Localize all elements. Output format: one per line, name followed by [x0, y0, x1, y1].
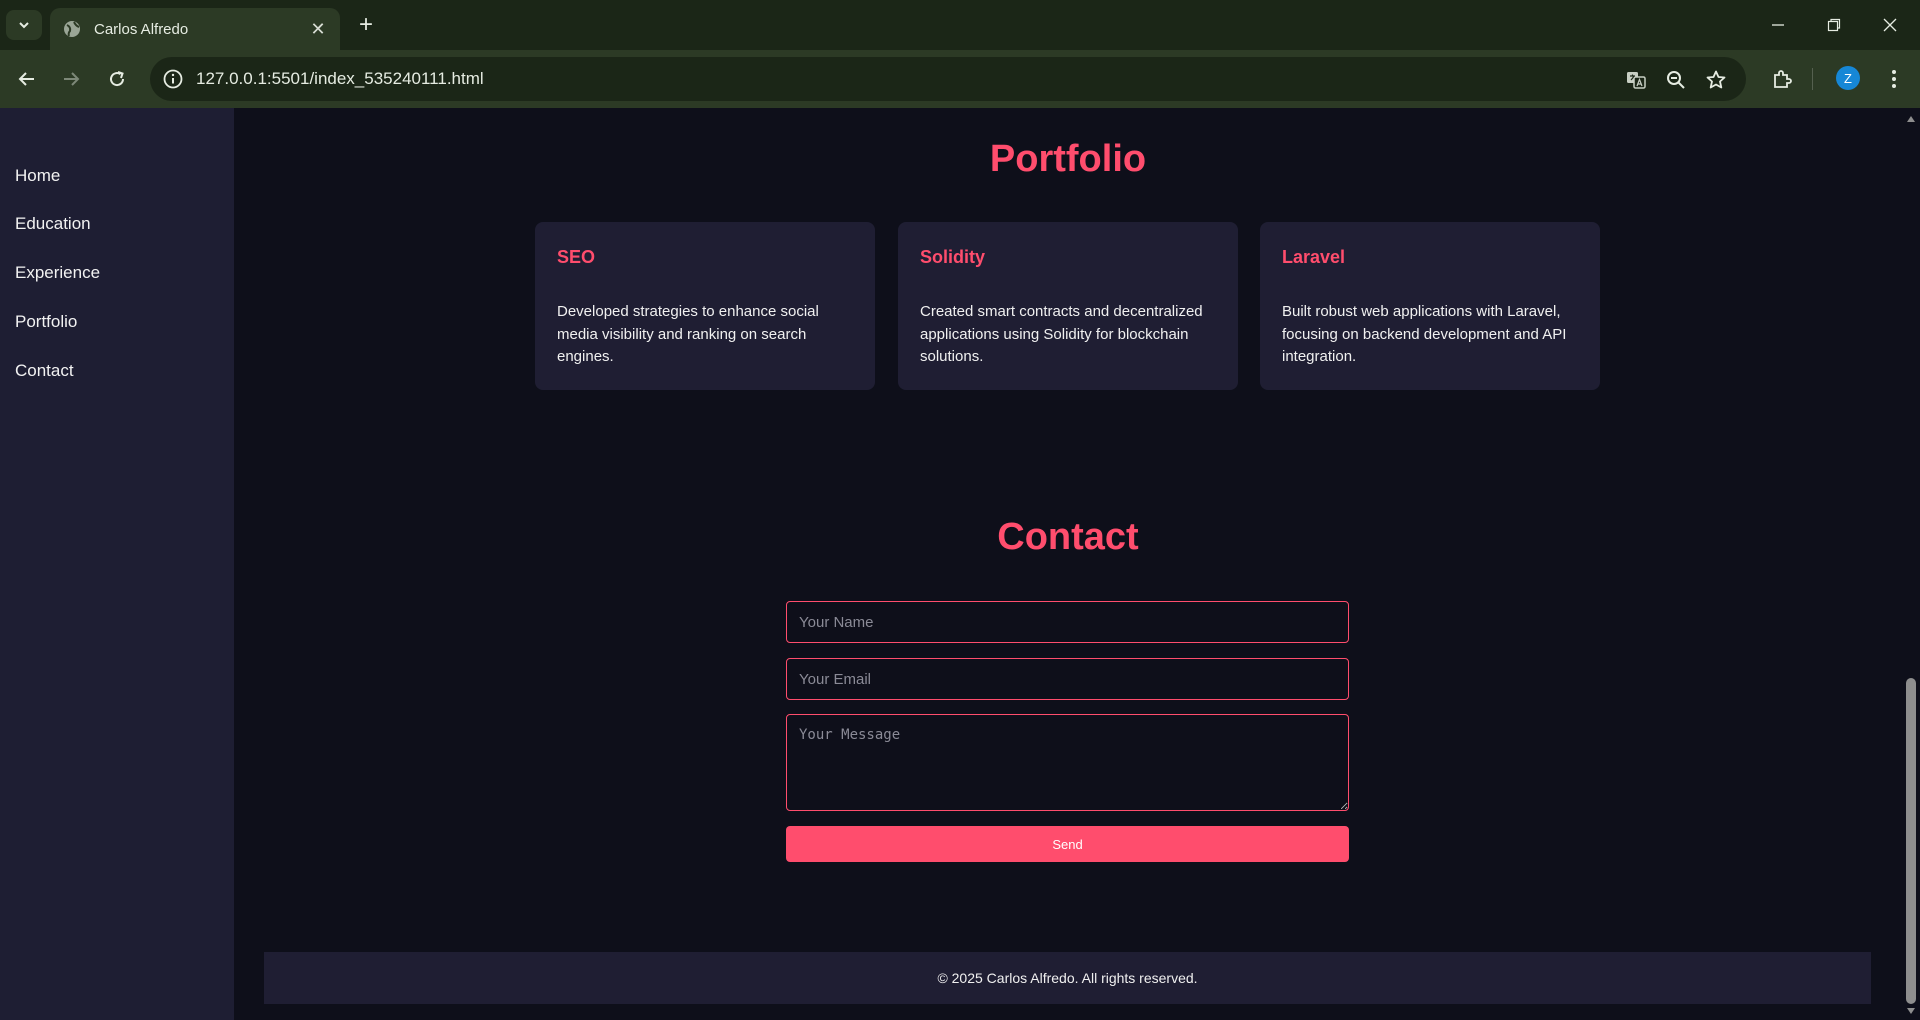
reload-icon: [110, 71, 125, 87]
toolbar-divider: [1812, 68, 1813, 90]
reload-button[interactable]: [100, 62, 134, 96]
card-title: Solidity: [920, 247, 986, 267]
scroll-down-icon[interactable]: [1906, 1006, 1916, 1016]
close-window-button[interactable]: [1862, 0, 1918, 50]
page-footer: © 2025 Carlos Alfredo. All rights reserv…: [264, 952, 1871, 1004]
tab-close-icon[interactable]: ✕: [308, 19, 328, 40]
sidebar-item-experience[interactable]: Experience: [15, 263, 100, 283]
browser-tab-bar: Carlos Alfredo ✕ +: [0, 0, 1920, 50]
card-title: Laravel: [1282, 247, 1346, 267]
card-title: SEO: [557, 247, 596, 267]
browser-tab[interactable]: Carlos Alfredo ✕: [50, 8, 340, 50]
tab-title: Carlos Alfredo: [94, 20, 189, 38]
url-text[interactable]: 127.0.0.1:5501/index_535240111.html: [196, 69, 484, 89]
zoom-out-icon[interactable]: [1664, 68, 1688, 92]
chevron-down-icon: [19, 22, 29, 29]
scrollbar-thumb[interactable]: [1906, 678, 1916, 1004]
minimize-icon: [1772, 24, 1784, 26]
sidebar-item-home[interactable]: Home: [15, 166, 60, 186]
portfolio-card-solidity: Solidity Created smart contracts and dec…: [898, 222, 1238, 390]
page-viewport: Home Education Experience Portfolio Cont…: [0, 108, 1920, 1020]
scroll-up-icon[interactable]: [1906, 114, 1916, 124]
globe-icon: [64, 21, 80, 37]
forward-button[interactable]: [54, 62, 88, 96]
restore-button[interactable]: [1806, 0, 1862, 50]
tab-search-button[interactable]: [6, 10, 42, 40]
card-description: Created smart contracts and decentralize…: [920, 303, 1203, 365]
restore-icon: [1827, 18, 1841, 32]
message-textarea[interactable]: [786, 714, 1349, 811]
minimize-button[interactable]: [1750, 0, 1806, 50]
email-input[interactable]: [786, 658, 1349, 700]
browser-menu-button[interactable]: [1878, 63, 1910, 95]
contact-title: Contact: [997, 516, 1139, 558]
sidebar-item-portfolio[interactable]: Portfolio: [15, 312, 77, 332]
address-bar[interactable]: 127.0.0.1:5501/index_535240111.html: [150, 57, 1746, 101]
puzzle-icon: [1774, 70, 1792, 88]
sidebar-item-education[interactable]: Education: [15, 214, 91, 234]
card-description: Built robust web applications with Larav…: [1282, 303, 1567, 365]
site-info-icon[interactable]: [162, 68, 184, 90]
portfolio-card-laravel: Laravel Built robust web applications wi…: [1260, 222, 1600, 390]
close-icon: [1883, 18, 1897, 32]
page-scrollbar[interactable]: [1902, 108, 1920, 1020]
browser-toolbar: 127.0.0.1:5501/index_535240111.html: [0, 50, 1920, 108]
arrow-left-icon: [18, 72, 34, 86]
card-description: Developed strategies to enhance social m…: [557, 303, 819, 365]
send-button[interactable]: Send: [786, 826, 1349, 862]
bookmark-star-icon[interactable]: [1704, 68, 1728, 92]
more-vertical-icon: [1892, 70, 1896, 88]
portfolio-card-seo: SEO Developed strategies to enhance soci…: [535, 222, 875, 390]
new-tab-button[interactable]: +: [350, 10, 382, 40]
translate-icon[interactable]: [1624, 68, 1648, 92]
copyright-text: © 2025 Carlos Alfredo. All rights reserv…: [937, 970, 1198, 986]
sidebar-nav: Home Education Experience Portfolio Cont…: [0, 108, 234, 1020]
back-button[interactable]: [10, 62, 44, 96]
extensions-button[interactable]: [1766, 63, 1798, 95]
name-input[interactable]: [786, 601, 1349, 643]
arrow-right-icon: [64, 72, 80, 86]
profile-avatar[interactable]: Z: [1836, 66, 1860, 90]
portfolio-title: Portfolio: [989, 138, 1147, 180]
sidebar-item-contact[interactable]: Contact: [15, 361, 74, 381]
